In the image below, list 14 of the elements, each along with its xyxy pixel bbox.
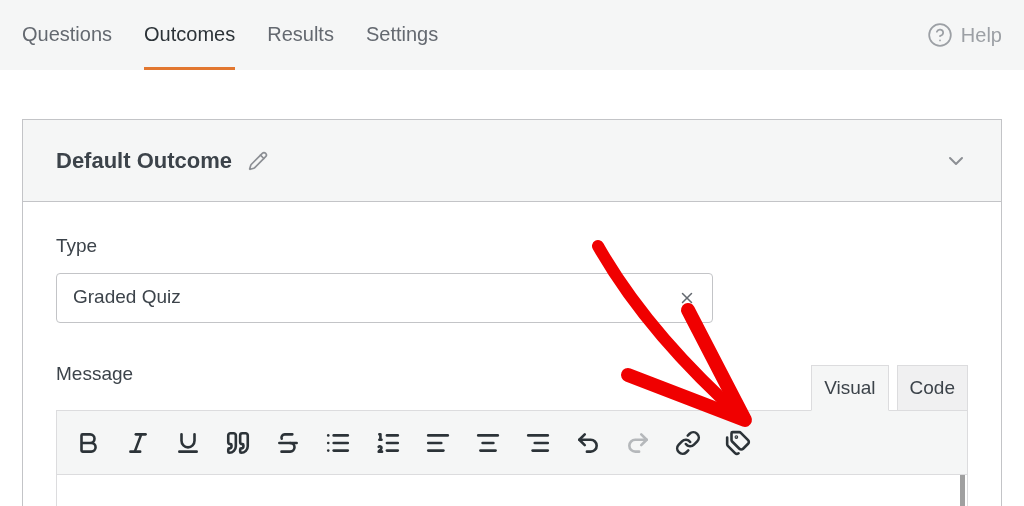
link-icon[interactable] (675, 429, 701, 456)
field-label: Message (56, 361, 134, 386)
field-label: Type (56, 234, 99, 258)
tab[interactable]: Outcomes (144, 0, 236, 70)
editor-tab[interactable]: Visual (811, 365, 889, 411)
tab[interactable]: Questions (22, 0, 113, 70)
tab[interactable]: Results (267, 0, 334, 70)
outcome-title: Default Outcome (56, 147, 233, 175)
pencil-icon[interactable] (248, 150, 269, 171)
quote-icon[interactable] (225, 429, 251, 456)
type-select[interactable]: Graded Quiz (56, 272, 713, 323)
tab[interactable]: Settings (365, 0, 439, 70)
tags-icon[interactable] (725, 429, 751, 456)
editor-tab[interactable]: Code (896, 365, 968, 411)
